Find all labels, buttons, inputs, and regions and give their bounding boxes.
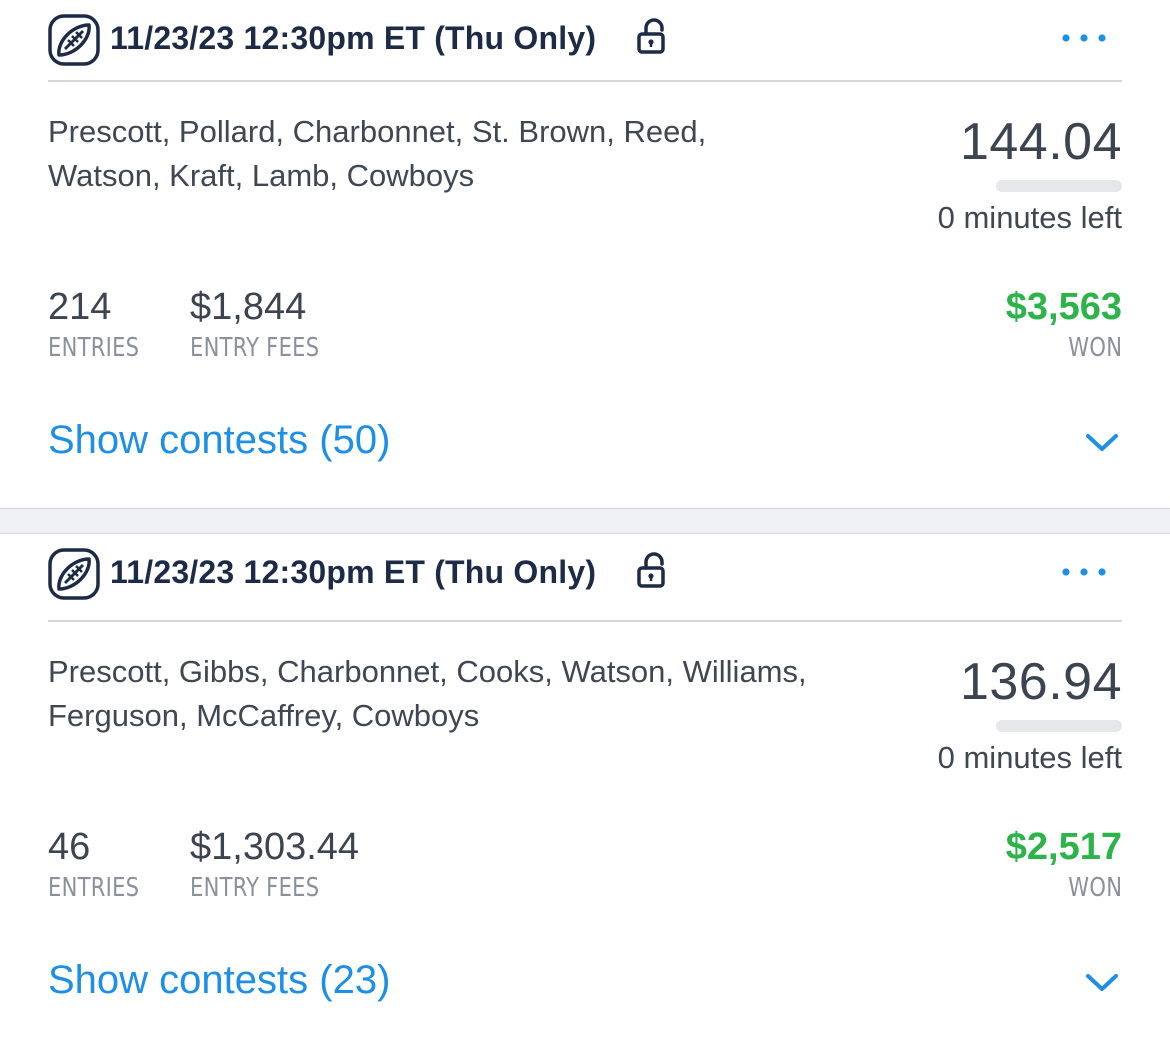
card-separator — [0, 508, 1170, 534]
show-contests-link[interactable]: Show contests (23) — [48, 958, 390, 1003]
header-divider — [48, 620, 1122, 622]
lineup-card: 11/23/23 12:30pm ET (Thu Only) Prescott,… — [0, 0, 1170, 508]
entries-stat: 46 ENTRIES — [48, 826, 149, 904]
card-header: 11/23/23 12:30pm ET (Thu Only) — [48, 546, 1122, 602]
lineup-card: 11/23/23 12:30pm ET (Thu Only) Prescott,… — [0, 534, 1170, 1045]
entry-fees-stat: $1,303.44 ENTRY FEES — [190, 826, 359, 904]
entries-value: 214 — [48, 286, 112, 328]
won-value: $2,517 — [1005, 826, 1122, 868]
chevron-down-icon[interactable] — [1084, 970, 1120, 994]
unlocked-padlock-icon — [637, 18, 665, 54]
more-options-button[interactable] — [1056, 560, 1116, 584]
time-progress-bar — [996, 720, 1122, 732]
won-value: $3,563 — [1005, 286, 1122, 328]
entries-stat: 214 ENTRIES — [48, 286, 149, 364]
entries-value: 46 — [48, 826, 91, 868]
entries-label: ENTRIES — [48, 873, 140, 903]
lineup-players: Prescott, Pollard, Charbonnet, St. Brown… — [48, 114, 707, 193]
football-icon — [48, 14, 100, 66]
unlocked-padlock-icon — [637, 552, 665, 588]
slate-title: 11/23/23 12:30pm ET (Thu Only) — [110, 20, 597, 56]
chevron-down-icon[interactable] — [1084, 430, 1120, 454]
header-divider — [48, 80, 1122, 82]
lineup-players: Prescott, Gibbs, Charbonnet, Cooks, Wats… — [48, 654, 807, 733]
lineup-results-page: 11/23/23 12:30pm ET (Thu Only) Prescott,… — [0, 0, 1170, 1045]
entry-fees-value: $1,844 — [190, 286, 307, 328]
lineup-score: 144.04 — [959, 113, 1122, 171]
entry-fees-stat: $1,844 ENTRY FEES — [190, 286, 334, 364]
entry-fees-label: ENTRY FEES — [190, 873, 320, 903]
time-progress-bar — [996, 180, 1122, 192]
won-label: WON — [1068, 333, 1122, 363]
card-header: 11/23/23 12:30pm ET (Thu Only) — [48, 12, 1122, 68]
won-stat: $3,563 WON — [1006, 286, 1122, 364]
show-contests-link[interactable]: Show contests (50) — [48, 418, 390, 463]
entry-fees-label: ENTRY FEES — [190, 333, 320, 363]
won-stat: $2,517 WON — [1006, 826, 1122, 904]
football-icon — [48, 548, 100, 600]
won-label: WON — [1068, 873, 1122, 903]
more-options-button[interactable] — [1056, 26, 1116, 50]
lineup-score: 136.94 — [959, 653, 1122, 711]
entry-fees-value: $1,303.44 — [190, 826, 360, 868]
entries-label: ENTRIES — [48, 333, 140, 363]
time-left: 0 minutes left — [937, 740, 1122, 775]
slate-title: 11/23/23 12:30pm ET (Thu Only) — [110, 554, 597, 590]
time-left: 0 minutes left — [937, 200, 1122, 235]
